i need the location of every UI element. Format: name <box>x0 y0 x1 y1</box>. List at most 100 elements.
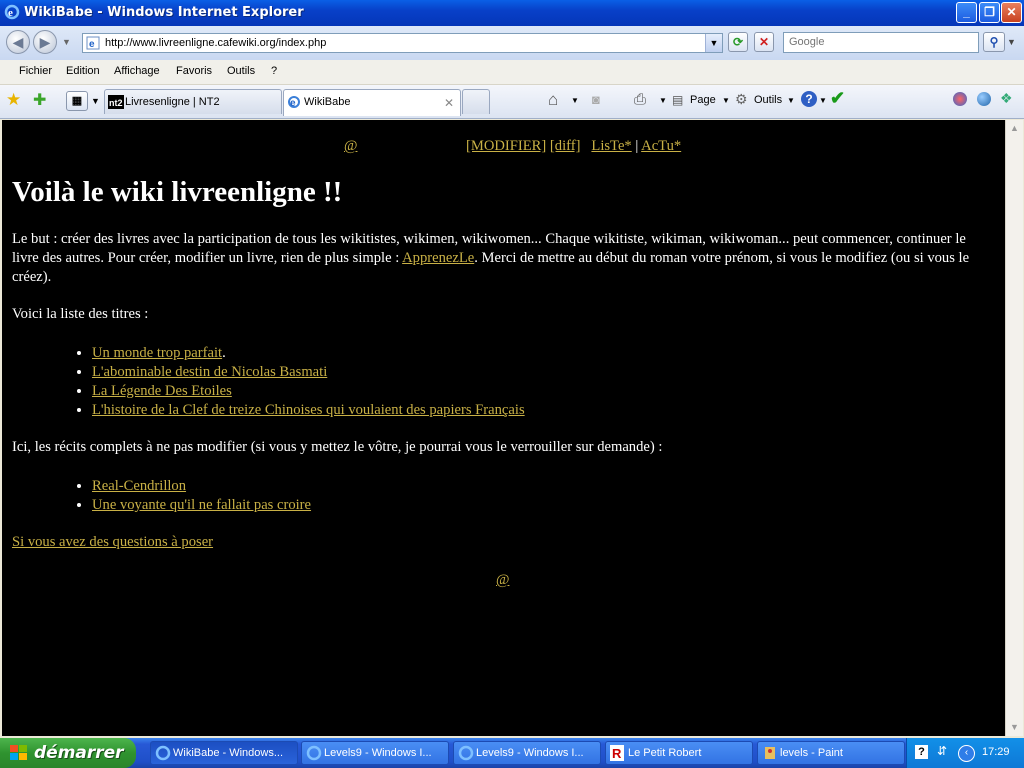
actu-link[interactable]: AcTu* <box>641 138 681 154</box>
questions-link[interactable]: Si vous avez des questions à poser <box>12 534 213 551</box>
page-dropdown-icon[interactable]: ▼ <box>722 96 730 105</box>
list-item: L'histoire de la Clef de treize Chinoise… <box>92 401 525 420</box>
titles-list: Un monde trop parfait. L'abominable dest… <box>52 344 525 420</box>
refresh-button[interactable]: ⟳ <box>728 32 748 52</box>
address-dropdown-icon[interactable]: ▼ <box>705 34 722 52</box>
ie-icon <box>155 745 171 761</box>
complete-link-2[interactable]: Une voyante qu'il ne fallait pas croire <box>92 497 311 513</box>
url-text[interactable]: http://www.livreenligne.cafewiki.org/ind… <box>105 37 326 49</box>
quick-tabs-icon[interactable]: ▦ <box>66 91 88 111</box>
list-item: Un monde trop parfait. <box>92 344 525 363</box>
extension-icon[interactable]: ❖ <box>1000 90 1013 107</box>
help-dropdown-icon[interactable]: ▼ <box>819 96 827 105</box>
window-title: WikiBabe - Windows Internet Explorer <box>24 5 304 20</box>
title-link-1[interactable]: Un monde trop parfait <box>92 345 222 361</box>
search-input[interactable] <box>787 35 976 49</box>
tools-menu[interactable]: Outils <box>754 94 782 106</box>
svg-text:R: R <box>612 746 622 761</box>
network-icon[interactable]: ⇵ <box>937 744 947 758</box>
liste-link[interactable]: LisTe* <box>591 138 631 154</box>
show-hidden-icons[interactable]: ‹ <box>958 745 975 762</box>
vertical-scrollbar[interactable]: ▲ ▼ <box>1005 120 1023 736</box>
back-button[interactable]: ◀ <box>6 30 30 54</box>
gear-icon[interactable]: ⚙ <box>735 91 748 108</box>
favorites-star-icon[interactable]: ★ <box>6 90 21 110</box>
menu-edition[interactable]: Edition <box>66 65 100 77</box>
title-suffix: . <box>222 345 226 361</box>
ie-icon: e <box>4 4 20 20</box>
tools-dropdown-icon[interactable]: ▼ <box>787 96 795 105</box>
tab-toolbar: ★ ✚ ▦ ▼ nt2 Livresenligne | NT2 e WikiBa… <box>0 85 1024 193</box>
close-tab-icon[interactable]: ✕ <box>444 96 454 110</box>
history-dropdown-icon[interactable]: ▼ <box>62 37 71 47</box>
paint-icon <box>762 745 778 761</box>
task-levels9-2[interactable]: Levels9 - Windows I... <box>453 741 601 765</box>
window-title-bar[interactable]: e WikiBabe - Windows Internet Explorer _… <box>0 0 1024 26</box>
search-box[interactable] <box>783 32 979 53</box>
home-icon[interactable]: ⌂ <box>548 90 558 110</box>
start-button[interactable]: démarrer <box>0 738 136 768</box>
windows-logo-icon <box>10 745 28 766</box>
add-favorite-icon[interactable]: ✚ <box>33 90 46 110</box>
search-button[interactable]: ⚲ <box>983 32 1005 52</box>
task-levels9-1[interactable]: Levels9 - Windows I... <box>301 741 449 765</box>
help-tray-icon[interactable]: ? <box>915 745 928 759</box>
forward-button[interactable]: ▶ <box>33 30 57 54</box>
page-icon: e <box>86 36 100 50</box>
nt2-icon: nt2 <box>108 95 124 109</box>
tab-livresenligne[interactable]: nt2 Livresenligne | NT2 <box>104 89 282 114</box>
scroll-up-icon[interactable]: ▲ <box>1006 120 1023 137</box>
task-paint[interactable]: levels - Paint <box>757 741 905 765</box>
top-at-link[interactable]: @ <box>344 138 357 155</box>
svg-text:e: e <box>89 39 95 50</box>
minimize-button[interactable]: _ <box>956 2 977 23</box>
restore-button[interactable]: ❐ <box>979 2 1000 23</box>
nav-separator: | <box>635 138 639 154</box>
search-options-icon[interactable]: ▼ <box>1007 37 1016 47</box>
ie-page-icon: e <box>287 95 301 109</box>
new-tab-button[interactable] <box>462 89 490 114</box>
list-item: L'abominable destin de Nicolas Basmati <box>92 363 525 382</box>
print-icon[interactable]: ⎙ <box>634 91 646 108</box>
clock: 17:29 <box>982 746 1010 758</box>
scroll-down-icon[interactable]: ▼ <box>1006 719 1023 736</box>
menu-favoris[interactable]: Favoris <box>176 65 212 77</box>
close-button[interactable]: ✕ <box>1001 2 1022 23</box>
globe-icon[interactable] <box>977 92 991 106</box>
page-menu[interactable]: Page <box>690 94 716 106</box>
complete-list: Real-Cendrillon Une voyante qu'il ne fal… <box>52 477 311 515</box>
list-item: Une voyante qu'il ne fallait pas croire <box>92 496 311 515</box>
svg-text:e: e <box>8 7 13 19</box>
title-link-2[interactable]: L'abominable destin de Nicolas Basmati <box>92 364 327 380</box>
complete-intro: Ici, les récits complets à ne pas modifi… <box>12 439 663 455</box>
bottom-at-link[interactable]: @ <box>496 572 509 589</box>
list-item: Real-Cendrillon <box>92 477 311 496</box>
firefox-icon[interactable] <box>953 92 967 106</box>
complete-link-1[interactable]: Real-Cendrillon <box>92 478 186 494</box>
print-dropdown-icon[interactable]: ▼ <box>659 96 667 105</box>
tab-wikibabe[interactable]: e WikiBabe ✕ <box>283 89 461 116</box>
address-bar[interactable]: e http://www.livreenligne.cafewiki.org/i… <box>82 33 723 53</box>
page-title: Voilà le wiki livreenligne !! <box>12 176 343 208</box>
title-link-4[interactable]: L'histoire de la Clef de treize Chinoise… <box>92 402 525 418</box>
menu-outils[interactable]: Outils <box>227 65 255 77</box>
menu-fichier[interactable]: Fichier <box>19 65 52 77</box>
task-petit-robert[interactable]: R Le Petit Robert <box>605 741 753 765</box>
feeds-icon[interactable]: ◙ <box>592 92 600 107</box>
task-wikibabe[interactable]: WikiBabe - Windows... <box>150 741 298 765</box>
list-item: La Légende Des Etoiles <box>92 382 525 401</box>
page-icon[interactable]: ▤ <box>672 93 683 107</box>
page-content: @ [MODIFIER] [diff] LisTe* | AcTu* Voilà… <box>2 120 1005 736</box>
menu-affichage[interactable]: Affichage <box>114 65 160 77</box>
menu-help[interactable]: ? <box>271 65 277 77</box>
help-icon[interactable]: ? <box>801 91 817 107</box>
stop-button[interactable]: ✕ <box>754 32 774 52</box>
tab-list-icon[interactable]: ▼ <box>91 96 100 106</box>
title-link-3[interactable]: La Légende Des Etoiles <box>92 383 232 399</box>
modifier-link[interactable]: [MODIFIER] <box>466 138 546 154</box>
check-icon[interactable]: ✔ <box>830 88 845 109</box>
apprenezle-link[interactable]: ApprenezLe <box>402 250 474 266</box>
diff-link[interactable]: [diff] <box>550 138 581 154</box>
wiki-nav: [MODIFIER] [diff] LisTe* | AcTu* <box>466 138 681 155</box>
home-dropdown-icon[interactable]: ▼ <box>571 96 579 105</box>
